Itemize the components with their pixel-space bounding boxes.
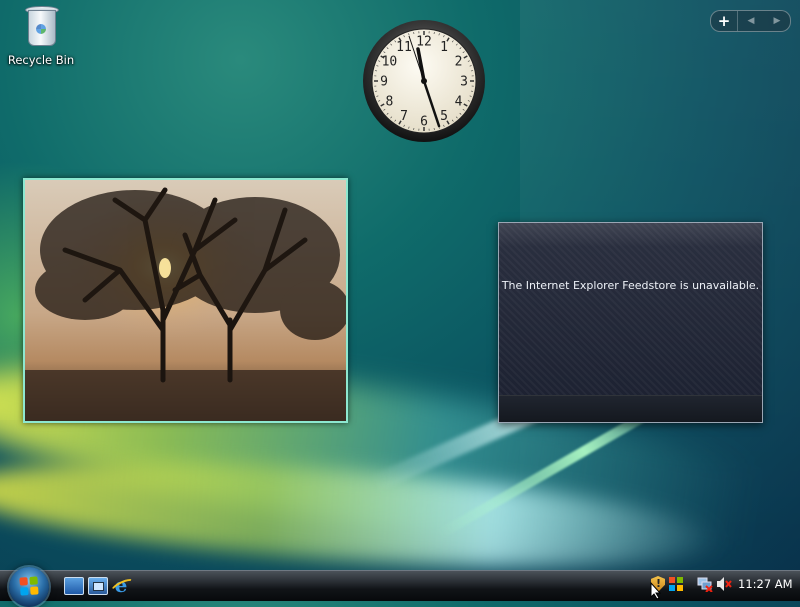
- clock-numeral: 8: [385, 95, 393, 110]
- clock-numeral: 12: [416, 35, 432, 50]
- feed-headlines-gadget[interactable]: The Internet Explorer Feedstore is unava…: [498, 222, 763, 423]
- clock-face: 12 12 3 45678 9 1011: [362, 19, 486, 143]
- clock-numeral: 6: [420, 115, 428, 130]
- volume-muted-icon[interactable]: [716, 576, 732, 592]
- previous-page-button[interactable]: ◀: [738, 11, 764, 31]
- network-disconnected-icon[interactable]: [697, 576, 713, 592]
- clock-gadget[interactable]: 12 12 3 45678 9 1011: [362, 19, 486, 143]
- clock-numeral: 5: [440, 109, 448, 124]
- clock-numeral: 7: [400, 109, 408, 124]
- windows-logo-icon: [19, 576, 38, 595]
- feedstore-unavailable-message: The Internet Explorer Feedstore is unava…: [499, 279, 762, 292]
- desktop-icon-label: Recycle Bin: [6, 53, 76, 67]
- show-desktop-icon[interactable]: [64, 577, 84, 595]
- clock-numeral: 9: [380, 75, 388, 90]
- recycle-bin-desktop-icon[interactable]: Recycle Bin: [6, 4, 76, 67]
- taskbar-clock[interactable]: 11:27 AM: [738, 577, 793, 591]
- next-page-button[interactable]: ▶: [764, 11, 790, 31]
- sidebar-controls: + ◀ ▶: [710, 10, 791, 32]
- clock-numeral: 2: [455, 55, 463, 70]
- switch-windows-icon[interactable]: [88, 577, 108, 595]
- clock-numeral: 1: [440, 40, 448, 55]
- add-gadget-button[interactable]: +: [711, 11, 738, 31]
- recycle-bin-icon: [24, 4, 58, 46]
- clock-numeral: 4: [455, 95, 463, 110]
- clock-numeral: 11: [396, 40, 412, 55]
- slideshow-gadget[interactable]: [23, 178, 348, 423]
- slideshow-photo: [25, 180, 346, 421]
- clock-numeral: 3: [460, 75, 468, 90]
- windows-update-icon[interactable]: [668, 576, 684, 592]
- internet-explorer-icon[interactable]: e: [111, 575, 131, 595]
- start-button[interactable]: [9, 567, 49, 607]
- feed-gadget-footer: [499, 395, 762, 422]
- background-streak: [0, 444, 722, 587]
- mouse-pointer-icon: [650, 582, 662, 600]
- clock-numeral: 10: [382, 55, 398, 70]
